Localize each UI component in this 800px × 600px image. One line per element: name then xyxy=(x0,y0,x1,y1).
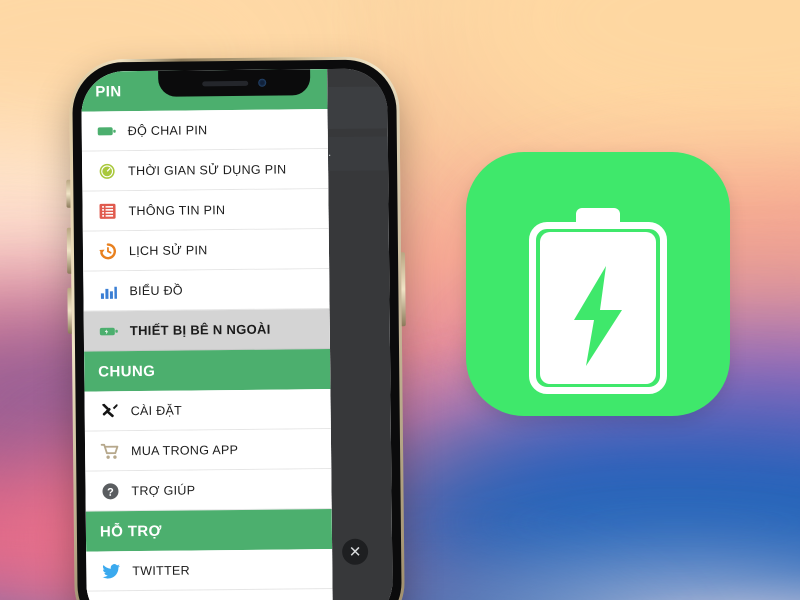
notch xyxy=(158,69,311,97)
menu-item-label: TWITTER xyxy=(132,563,191,578)
list-icon xyxy=(99,203,116,219)
menu-item[interactable]: MUA TRONG APP xyxy=(84,429,332,472)
menu-item[interactable]: THIẾT BỊ BÊ N NGOÀI xyxy=(83,309,331,352)
help-circle-icon: ? xyxy=(99,480,121,502)
battery-icon xyxy=(96,120,118,142)
twitter-bird-icon xyxy=(102,563,121,579)
menu-item[interactable]: ? TRỢ GIÚP xyxy=(85,469,332,512)
battery-icon xyxy=(97,126,116,135)
section-header-chung: CHUNG xyxy=(84,349,331,392)
history-icon xyxy=(97,240,119,262)
power-button[interactable] xyxy=(401,252,406,327)
menu-item[interactable]: CÀI ĐẶT xyxy=(84,389,331,432)
tools-icon xyxy=(99,400,121,422)
volume-down-button[interactable] xyxy=(67,287,72,334)
list-icon xyxy=(96,200,118,222)
volume-up-button[interactable] xyxy=(66,227,72,274)
menu-item[interactable]: ĐỘ CHAI PIN xyxy=(81,109,328,152)
navigation-drawer: PIN ĐỘ CHAI PIN THỜI GIAN SỬ DỤNG PIN THÔNG… xyxy=(81,69,333,600)
section-header-hỗ-trợ: HỖ TRỢ xyxy=(85,509,333,552)
svg-text:?: ? xyxy=(107,486,114,498)
phone-screen: n. ✕ PINĐỘ CHAI PINTHỜI GIAN SỬ DỤNG PIN… xyxy=(81,68,393,600)
menu-item-label: CÀI ĐẶT xyxy=(130,403,183,418)
bar-chart-icon xyxy=(100,286,117,299)
clock-icon xyxy=(99,163,115,179)
menu-item[interactable]: THỜI GIAN SỬ DỤNG PIN xyxy=(81,149,329,192)
menu-item-label: ĐỘ CHAI PIN xyxy=(127,122,208,138)
screenshot-stage: n. ✕ PINĐỘ CHAI PINTHỜI GIAN SỬ DỤNG PIN… xyxy=(0,0,800,600)
menu-item-label: THỜI GIAN SỬ DỤNG PIN xyxy=(128,161,287,178)
help-circle-icon: ? xyxy=(102,482,119,499)
dimmed-content-overlay[interactable]: n. ✕ xyxy=(322,68,393,600)
menu-item[interactable]: THÔNG TIN PIN xyxy=(82,189,329,232)
menu-item-label: MUA TRONG APP xyxy=(130,442,239,458)
lightning-bolt-icon xyxy=(574,266,622,366)
close-icon[interactable]: ✕ xyxy=(342,538,369,565)
tools-icon xyxy=(102,403,118,417)
menu-item-label: LỊCH SỬ PIN xyxy=(128,242,208,258)
bar-chart-icon xyxy=(97,280,119,302)
menu-item[interactable]: LỊCH SỬ PIN xyxy=(82,229,330,272)
menu-item[interactable]: TWITTER xyxy=(86,549,333,592)
menu-item-label: BIỂU ĐỒ xyxy=(129,283,183,298)
external-battery-icon xyxy=(98,320,120,342)
twitter-bird-icon xyxy=(100,560,122,582)
phone-bezel: n. ✕ PINĐỘ CHAI PINTHỜI GIAN SỬ DỤNG PIN… xyxy=(72,59,402,600)
menu-item-label: THÔNG TIN PIN xyxy=(128,202,226,218)
menu-item-label: THIẾT BỊ BÊ N NGOÀI xyxy=(129,321,271,339)
cart-icon xyxy=(100,443,119,459)
front-camera-icon xyxy=(258,78,267,87)
speaker-grille-icon xyxy=(202,80,249,86)
silent-switch[interactable] xyxy=(66,179,71,208)
menu-item-label: TRỢ GIÚP xyxy=(131,482,196,498)
clock-icon xyxy=(96,160,118,182)
iphone-device: n. ✕ PINĐỘ CHAI PINTHỜI GIAN SỬ DỤNG PIN… xyxy=(66,56,406,600)
cart-icon xyxy=(99,440,121,462)
history-icon xyxy=(99,242,116,259)
external-battery-icon xyxy=(99,327,118,335)
battery-charging-app-icon[interactable] xyxy=(466,152,730,416)
menu-item[interactable]: BIỂU ĐỒ xyxy=(83,269,330,312)
